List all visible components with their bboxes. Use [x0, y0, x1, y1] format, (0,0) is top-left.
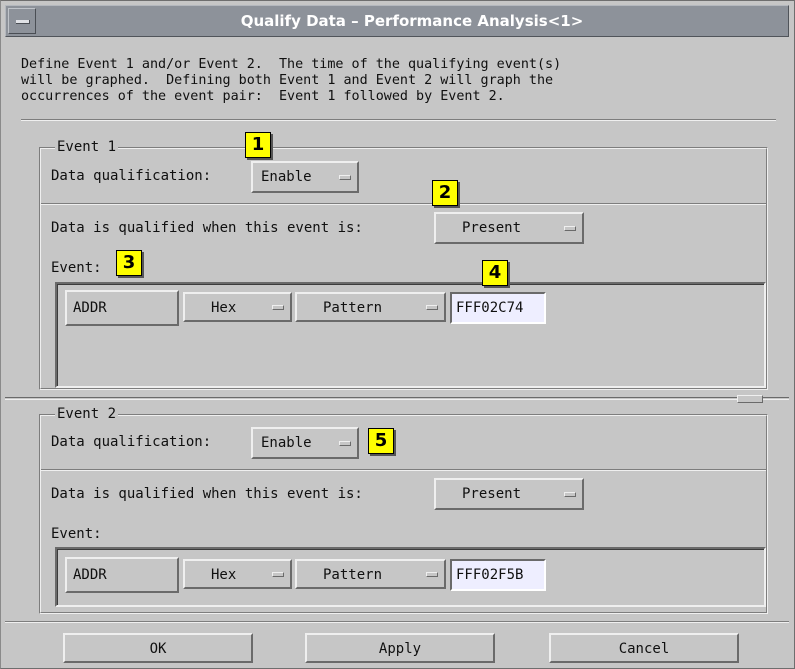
event1-condition-dropdown[interactable]: Present — [434, 212, 584, 244]
event1-qualification-label: Data qualification: — [51, 168, 212, 184]
callout-5: 5 — [368, 428, 394, 454]
event1-condition-label: Data is qualified when this event is: — [51, 220, 363, 236]
option-menu-indicator-icon — [339, 441, 351, 446]
event1-mode-value: Pattern — [323, 300, 383, 316]
event2-event-label: Event: — [51, 526, 102, 542]
title-bar[interactable]: Qualify Data – Performance Analysis<1> — [5, 5, 789, 37]
option-menu-indicator-icon — [564, 226, 576, 231]
event1-condition-value: Present — [462, 220, 522, 236]
event2-condition-dropdown[interactable]: Present — [434, 478, 584, 510]
event2-legend: Event 2 — [55, 406, 119, 422]
cancel-button[interactable]: Cancel — [549, 633, 739, 663]
event1-mode-dropdown[interactable]: Pattern — [295, 292, 446, 322]
event2-base-dropdown[interactable]: Hex — [183, 559, 292, 589]
option-menu-indicator-icon — [272, 305, 284, 310]
apply-button[interactable]: Apply — [305, 633, 495, 663]
event2-mode-dropdown[interactable]: Pattern — [295, 559, 446, 589]
event2-qualification-dropdown[interactable]: Enable — [251, 427, 359, 459]
ok-button[interactable]: OK — [63, 633, 253, 663]
description-text: Define Event 1 and/or Event 2. The time … — [21, 57, 562, 104]
callout-2: 2 — [432, 180, 458, 206]
qualify-data-window: Qualify Data – Performance Analysis<1> D… — [0, 0, 795, 669]
event2-condition-value: Present — [462, 486, 522, 502]
event2-label-button[interactable]: ADDR — [65, 557, 179, 593]
description-separator — [21, 119, 776, 121]
event2-base-value: Hex — [211, 567, 237, 583]
event2-mode-value: Pattern — [323, 567, 383, 583]
event1-qualification-dropdown[interactable]: Enable — [251, 161, 359, 193]
event2-value-input[interactable]: FFF02F5B — [450, 559, 546, 591]
callout-4: 4 — [482, 260, 508, 286]
event1-base-value: Hex — [211, 300, 237, 316]
pane-sash-handle[interactable] — [737, 395, 763, 403]
option-menu-indicator-icon — [426, 305, 438, 310]
footer-separator — [5, 621, 789, 623]
event1-section-separator — [41, 203, 766, 205]
callout-1: 1 — [245, 132, 271, 158]
event2-section-separator — [41, 469, 766, 471]
event1-event-label: Event: — [51, 260, 102, 276]
option-menu-indicator-icon — [272, 572, 284, 577]
callout-3: 3 — [116, 250, 142, 276]
option-menu-indicator-icon — [564, 492, 576, 497]
event1-legend: Event 1 — [55, 139, 119, 155]
window-menu-icon[interactable] — [8, 8, 36, 34]
option-menu-indicator-icon — [426, 572, 438, 577]
event1-base-dropdown[interactable]: Hex — [183, 292, 292, 322]
event1-qualification-value: Enable — [261, 169, 312, 185]
event2-qualification-value: Enable — [261, 435, 312, 451]
option-menu-indicator-icon — [339, 175, 351, 180]
window-title: Qualify Data – Performance Analysis<1> — [240, 12, 584, 30]
event2-qualification-label: Data qualification: — [51, 434, 212, 450]
event1-label-button[interactable]: ADDR — [65, 290, 179, 326]
event1-value-input[interactable]: FFF02C74 — [450, 292, 546, 324]
pane-divider[interactable] — [5, 397, 789, 400]
event2-condition-label: Data is qualified when this event is: — [51, 486, 363, 502]
